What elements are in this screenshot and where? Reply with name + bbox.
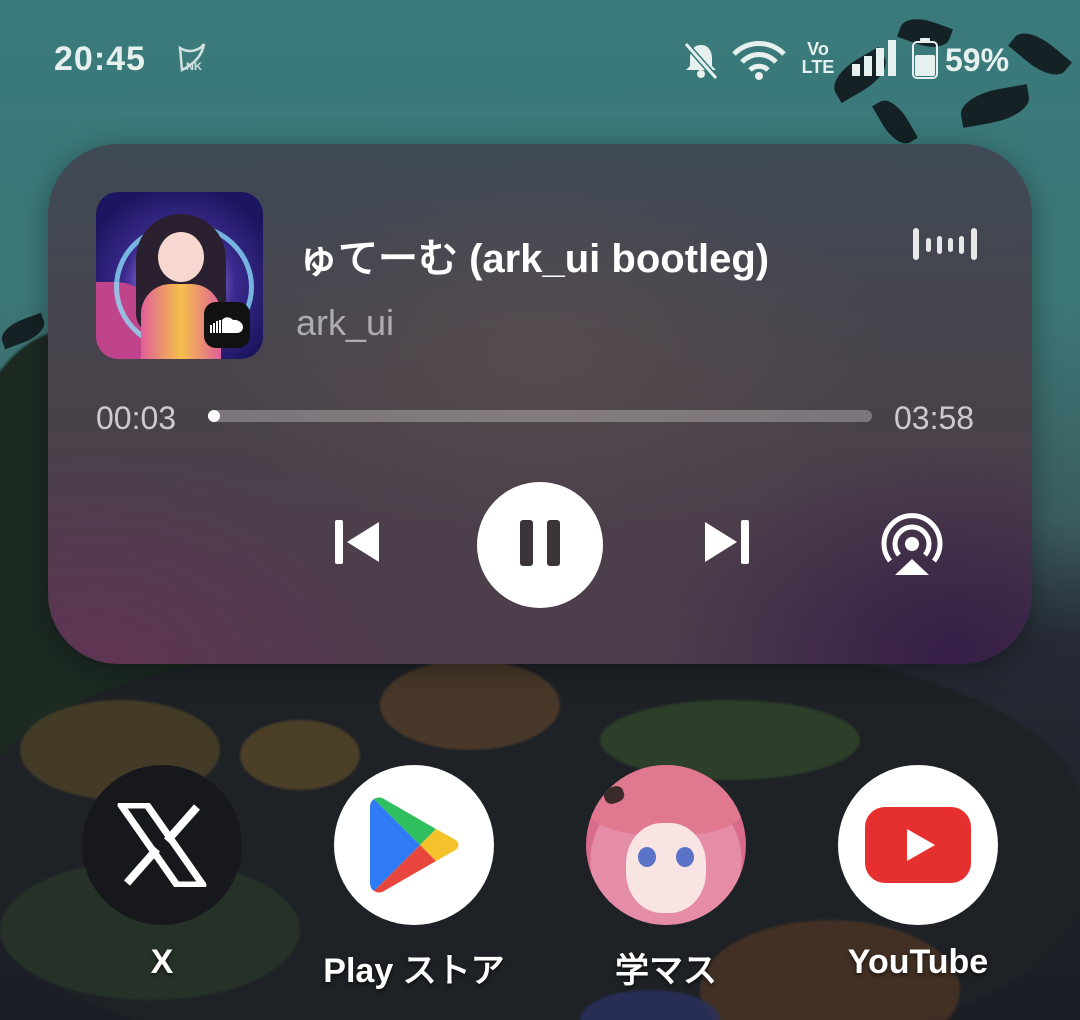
play-store-icon[interactable] — [334, 765, 494, 925]
track-title: ゅてーむ (ark_ui bootleg) — [298, 237, 770, 281]
previous-icon — [333, 518, 383, 571]
wallpaper-foliage — [380, 660, 560, 750]
cast-icon — [877, 511, 947, 586]
svg-text:NK: NK — [186, 61, 202, 73]
app-label-gakumas: 学マス — [615, 952, 717, 990]
elapsed-time: 00:03 — [96, 400, 177, 436]
app-gakumas[interactable]: 学マス — [586, 765, 746, 990]
youtube-icon[interactable] — [838, 765, 998, 925]
seek-bar[interactable] — [208, 410, 872, 422]
wifi-icon — [732, 40, 786, 85]
album-art-detail — [158, 232, 204, 282]
x-icon[interactable] — [82, 765, 242, 925]
next-icon — [701, 518, 751, 571]
track-artist: ark_ui — [296, 302, 395, 343]
album-art[interactable] — [96, 192, 263, 359]
battery-icon — [912, 38, 938, 85]
app-label-youtube: YouTube — [847, 943, 989, 981]
nerv-logo-icon: NK — [172, 40, 212, 85]
next-button[interactable] — [698, 516, 754, 572]
app-youtube[interactable]: YouTube — [838, 765, 998, 981]
status-bar[interactable]: 20:45 NK Vo LTE 59% — [0, 0, 1080, 120]
play-pause-button[interactable] — [477, 482, 603, 608]
battery-percent: 59% — [945, 42, 1010, 78]
volte-label-lte: LTE — [801, 57, 835, 77]
signal-icon — [850, 40, 898, 83]
gakumas-art-eye — [676, 847, 694, 867]
cast-button[interactable] — [874, 510, 950, 586]
volte-label-vo: Vo — [807, 39, 829, 59]
media-player-card[interactable]: ゅてーむ (ark_ui bootleg) ark_ui 00:03 03:58 — [48, 144, 1032, 664]
app-label-x: X — [150, 943, 174, 981]
total-duration: 03:58 — [894, 400, 975, 436]
status-clock: 20:45 — [54, 40, 146, 78]
previous-button[interactable] — [330, 516, 386, 572]
bell-off-icon — [682, 40, 720, 85]
volte-icon: Vo LTE — [800, 40, 836, 76]
seek-bar-fill — [208, 410, 220, 422]
gakumas-art-face — [626, 823, 706, 913]
audio-visualizer-icon[interactable] — [913, 224, 979, 269]
gakumas-icon[interactable] — [586, 765, 746, 925]
app-label-play-store: Play ストア — [323, 952, 505, 990]
gakumas-art-eye — [638, 847, 656, 867]
soundcloud-icon — [204, 302, 250, 348]
app-x[interactable]: X — [82, 765, 242, 981]
app-play-store[interactable]: Play ストア — [323, 765, 505, 990]
pause-icon — [518, 519, 562, 571]
